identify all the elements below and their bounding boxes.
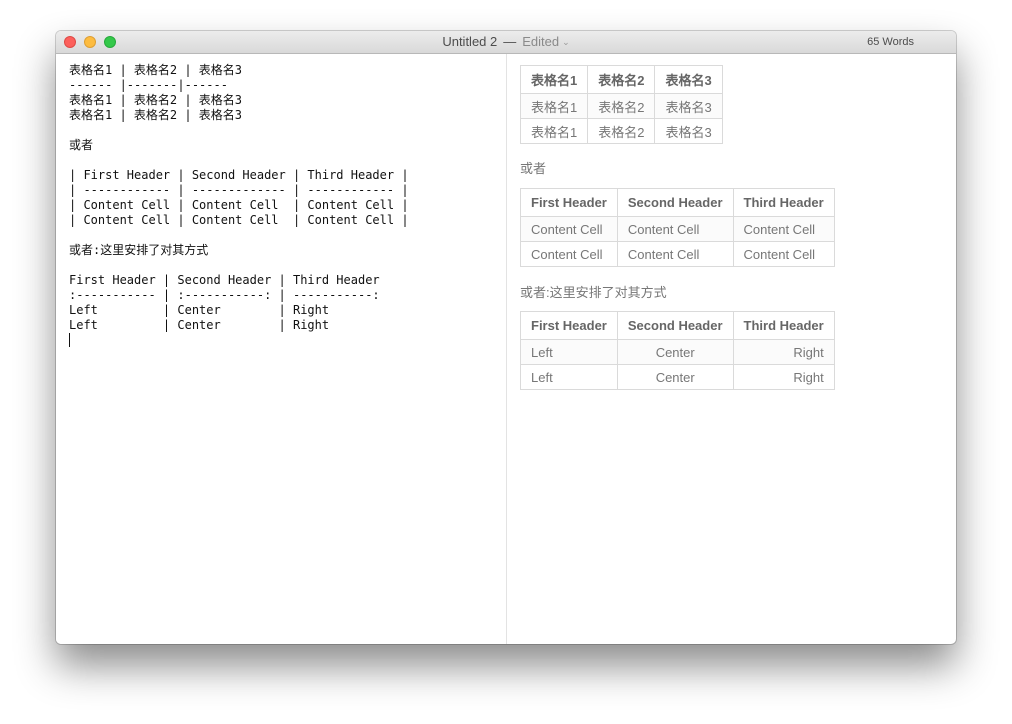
table-header-cell: Second Header — [616, 311, 734, 340]
preview-table-3: First Header Second Header Third Header … — [520, 311, 835, 390]
source-line: 表格名1 | 表格名2 | 表格名3 — [69, 63, 243, 77]
table-row: 表格名1 表格名2 表格名3 — [519, 93, 723, 119]
app-window: Untitled 2 — Edited ⌄ 65 Words 表格名1 | 表格名2 … — [56, 31, 956, 644]
source-line: 或者:这里安排了对其方式 — [69, 243, 209, 257]
markdown-preview: 表格名1 表格名2 表格名3 表格名1 表格名2 表格名3 表格名1 表格名2 … — [507, 54, 956, 644]
preview-table-2: First Header Second Header Third Header … — [520, 188, 835, 267]
word-count: 65 Words — [867, 36, 914, 48]
table-header-cell: 表格名1 — [519, 65, 589, 94]
markdown-editor[interactable]: 表格名1 | 表格名2 | 表格名3 ------ |-------|-----… — [56, 54, 506, 644]
title-bar[interactable]: Untitled 2 — Edited ⌄ 65 Words — [56, 31, 956, 54]
title-separator: — — [503, 34, 517, 49]
table-header-cell: 表格名3 — [654, 65, 723, 94]
source-line: :----------- | :-----------: | ---------… — [69, 288, 380, 302]
table-cell: 表格名3 — [654, 118, 723, 144]
window-title[interactable]: Untitled 2 — Edited ⌄ — [56, 35, 956, 50]
source-line: 或者 — [69, 138, 94, 152]
table-header-row: 表格名1 表格名2 表格名3 — [519, 65, 723, 94]
table-row: Content Cell Content Cell Content Cell — [520, 216, 835, 242]
edited-status: Edited — [522, 34, 560, 49]
table-header-cell: Third Header — [732, 311, 835, 340]
preview-paragraph-1: 或者 — [520, 161, 547, 176]
preview-paragraph-2: 或者:这里安排了对其方式 — [520, 285, 667, 300]
preview-table-1: 表格名1 表格名2 表格名3 表格名1 表格名2 表格名3 表格名1 表格名2 … — [519, 65, 723, 144]
table-header-cell: First Header — [520, 188, 618, 217]
table-row: Left Center Right — [520, 364, 835, 390]
source-line: | Content Cell | Content Cell | Content … — [69, 213, 409, 227]
table-header-cell: Second Header — [616, 188, 734, 217]
table-cell: Content Cell — [616, 216, 734, 242]
table-header-row: First Header Second Header Third Header — [520, 311, 835, 340]
source-line: 表格名1 | 表格名2 | 表格名3 — [69, 108, 243, 122]
source-line: | First Header | Second Header | Third H… — [69, 168, 409, 182]
table-cell: Content Cell — [520, 216, 618, 242]
table-row: Content Cell Content Cell Content Cell — [520, 241, 835, 267]
source-line: Left | Center | Right — [69, 303, 330, 317]
chevron-down-icon[interactable]: ⌄ — [562, 37, 570, 47]
table-header-cell: First Header — [520, 311, 618, 340]
table-header-cell: Third Header — [732, 188, 835, 217]
source-line: | Content Cell | Content Cell | Content … — [69, 198, 409, 212]
table-header-row: First Header Second Header Third Header — [520, 188, 835, 217]
editor-text[interactable]: 表格名1 | 表格名2 | 表格名3 ------ |-------|-----… — [69, 63, 409, 349]
table-row: Left Center Right — [520, 339, 835, 365]
table-cell: Center — [616, 364, 734, 390]
source-line: ------ |-------|------ — [69, 78, 228, 92]
table-cell: Right — [732, 339, 835, 365]
source-line: | ------------ | ------------- | -------… — [69, 183, 409, 197]
table-cell: 表格名1 — [519, 118, 589, 144]
table-cell: Content Cell — [520, 241, 618, 267]
table-header-cell: 表格名2 — [587, 65, 656, 94]
table-cell: 表格名3 — [654, 93, 723, 119]
table-cell: Left — [520, 364, 618, 390]
source-line: Left | Center | Right — [69, 318, 330, 332]
text-caret — [69, 333, 70, 347]
table-row: 表格名1 表格名2 表格名3 — [519, 118, 723, 144]
table-cell: Left — [520, 339, 618, 365]
table-cell: 表格名1 — [519, 93, 589, 119]
table-cell: 表格名2 — [587, 93, 656, 119]
source-line: 表格名1 | 表格名2 | 表格名3 — [69, 93, 243, 107]
table-cell: Right — [732, 364, 835, 390]
document-name: Untitled 2 — [442, 34, 498, 49]
table-cell: Center — [616, 339, 734, 365]
table-cell: Content Cell — [732, 241, 835, 267]
table-cell: Content Cell — [732, 216, 835, 242]
table-cell: Content Cell — [616, 241, 734, 267]
table-cell: 表格名2 — [587, 118, 656, 144]
source-line: First Header | Second Header | Third Hea… — [69, 273, 380, 287]
